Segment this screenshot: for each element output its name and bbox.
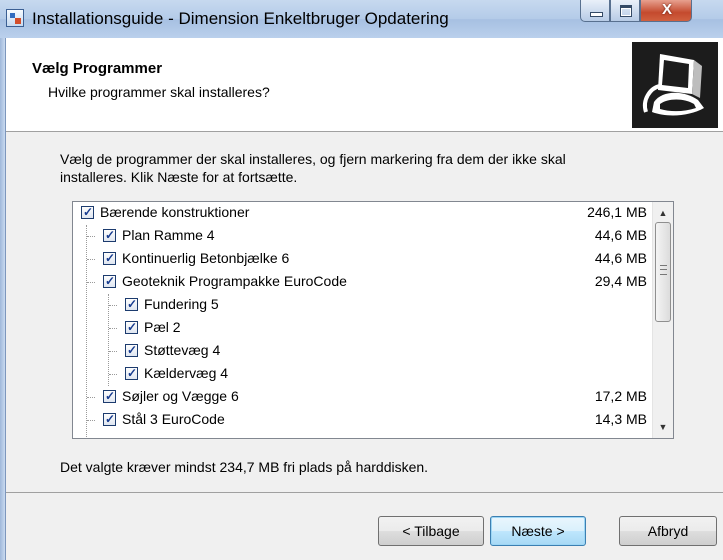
list-item[interactable]: ✓ Stål 3 EuroCode 14,3 MB bbox=[73, 409, 651, 432]
component-label: Plan Ramme 4 bbox=[122, 227, 215, 243]
check-icon: ✓ bbox=[105, 412, 116, 426]
component-size: 246,1 MB bbox=[587, 204, 647, 220]
component-label: Pæl 2 bbox=[144, 319, 181, 335]
next-button[interactable]: Næste > bbox=[490, 516, 586, 546]
component-label: Støttevæg 4 bbox=[144, 342, 221, 358]
tree-line bbox=[109, 374, 117, 375]
check-icon: ✓ bbox=[105, 274, 116, 288]
installer-icon[interactable] bbox=[6, 9, 24, 27]
checkbox[interactable]: ✓ bbox=[125, 367, 138, 380]
window-title: Installationsguide - Dimension Enkeltbru… bbox=[32, 9, 449, 28]
title-bar[interactable]: Installationsguide - Dimension Enkeltbru… bbox=[0, 0, 723, 39]
page-title: Vælg Programmer bbox=[32, 60, 163, 77]
component-label: Kontinuerlig Betonbjælke 6 bbox=[122, 250, 290, 266]
maximize-icon bbox=[620, 5, 632, 17]
checkbox[interactable]: ✓ bbox=[103, 390, 116, 403]
disk-space-requirement: Det valgte kræver mindst 234,7 MB fri pl… bbox=[60, 459, 429, 475]
component-tree[interactable]: ✓ Bærende konstruktioner 246,1 MB ✓ Plan… bbox=[72, 201, 674, 439]
checkbox[interactable]: ✓ bbox=[125, 298, 138, 311]
tree-line bbox=[109, 351, 117, 352]
check-icon: ✓ bbox=[105, 251, 116, 265]
checkbox[interactable]: ✓ bbox=[103, 275, 116, 288]
tree-line bbox=[87, 259, 95, 260]
component-label: Geoteknik Programpakke EuroCode bbox=[122, 273, 347, 289]
component-label: Fundering 5 bbox=[144, 296, 219, 312]
back-button[interactable]: < Tilbage bbox=[378, 516, 484, 546]
list-item[interactable]: ✓ Søjler og Vægge 6 17,2 MB bbox=[73, 386, 651, 409]
tree-line bbox=[109, 328, 117, 329]
checkbox[interactable]: ✓ bbox=[81, 206, 94, 219]
component-size: 29,4 MB bbox=[594, 273, 647, 289]
scroll-up-icon[interactable]: ▲ bbox=[655, 205, 671, 221]
checkbox[interactable]: ✓ bbox=[125, 344, 138, 357]
list-item[interactable]: ✓ Fundering 5 bbox=[73, 294, 651, 317]
checkbox[interactable]: ✓ bbox=[103, 252, 116, 265]
tree-line bbox=[109, 305, 117, 306]
maximize-button[interactable] bbox=[610, 0, 640, 22]
tree-line bbox=[87, 420, 95, 421]
content-area: Vælg de programmer der skal installeres,… bbox=[6, 132, 723, 492]
component-list: ✓ Bærende konstruktioner 246,1 MB ✓ Plan… bbox=[73, 202, 651, 438]
vertical-scrollbar[interactable]: ▲ ▼ bbox=[652, 202, 673, 438]
component-label: Bærende konstruktioner bbox=[100, 204, 250, 220]
component-label: Kældervæg 4 bbox=[144, 365, 229, 381]
list-item[interactable]: ✓ Støttevæg 4 bbox=[73, 340, 651, 363]
component-size: 14,3 MB bbox=[594, 411, 647, 427]
checkbox[interactable]: ✓ bbox=[103, 229, 116, 242]
list-item[interactable]: ✓ Plan Ramme 4 44,6 MB bbox=[73, 225, 651, 248]
check-icon: ✓ bbox=[105, 389, 116, 403]
check-icon: ✓ bbox=[127, 297, 138, 311]
component-size: 17,2 MB bbox=[594, 388, 647, 404]
list-item[interactable]: ✓ Pæl 2 bbox=[73, 317, 651, 340]
component-label: Søjler og Vægge 6 bbox=[122, 388, 239, 404]
page-subtitle: Hvilke programmer skal installeres? bbox=[48, 84, 270, 100]
close-icon: X bbox=[661, 1, 672, 18]
close-button[interactable]: X bbox=[640, 0, 692, 22]
scroll-down-icon[interactable]: ▼ bbox=[655, 419, 671, 435]
component-size: 44,6 MB bbox=[594, 227, 647, 243]
cancel-button[interactable]: Afbryd bbox=[619, 516, 717, 546]
computer-install-icon bbox=[632, 42, 718, 128]
list-item[interactable]: ✓ Geoteknik Programpakke EuroCode 29,4 M… bbox=[73, 271, 651, 294]
check-icon: ✓ bbox=[105, 228, 116, 242]
wizard-header: Vælg Programmer Hvilke programmer skal i… bbox=[6, 38, 723, 132]
minimize-icon bbox=[590, 12, 603, 17]
list-item[interactable]: ✓ Kældervæg 4 bbox=[73, 363, 651, 386]
grip-icon bbox=[660, 265, 667, 275]
tree-line bbox=[87, 236, 95, 237]
checkbox[interactable]: ✓ bbox=[103, 413, 116, 426]
tree-line bbox=[87, 397, 95, 398]
check-icon: ✓ bbox=[83, 205, 94, 219]
tree-line bbox=[87, 282, 95, 283]
check-icon: ✓ bbox=[127, 320, 138, 334]
button-bar: < Tilbage Næste > Afbryd bbox=[6, 492, 723, 560]
minimize-button[interactable] bbox=[580, 0, 610, 22]
component-size: 44,6 MB bbox=[594, 250, 647, 266]
instructions-text: Vælg de programmer der skal installeres,… bbox=[60, 151, 566, 185]
list-item[interactable]: ✓ Bærende konstruktioner 246,1 MB bbox=[73, 202, 651, 225]
scrollbar-thumb[interactable] bbox=[655, 222, 671, 322]
check-icon: ✓ bbox=[127, 343, 138, 357]
checkbox[interactable]: ✓ bbox=[125, 321, 138, 334]
check-icon: ✓ bbox=[127, 366, 138, 380]
component-label: Stål 3 EuroCode bbox=[122, 411, 225, 427]
installer-window: Installationsguide - Dimension Enkeltbru… bbox=[0, 0, 723, 560]
list-item[interactable]: ✓ Kontinuerlig Betonbjælke 6 44,6 MB bbox=[73, 248, 651, 271]
